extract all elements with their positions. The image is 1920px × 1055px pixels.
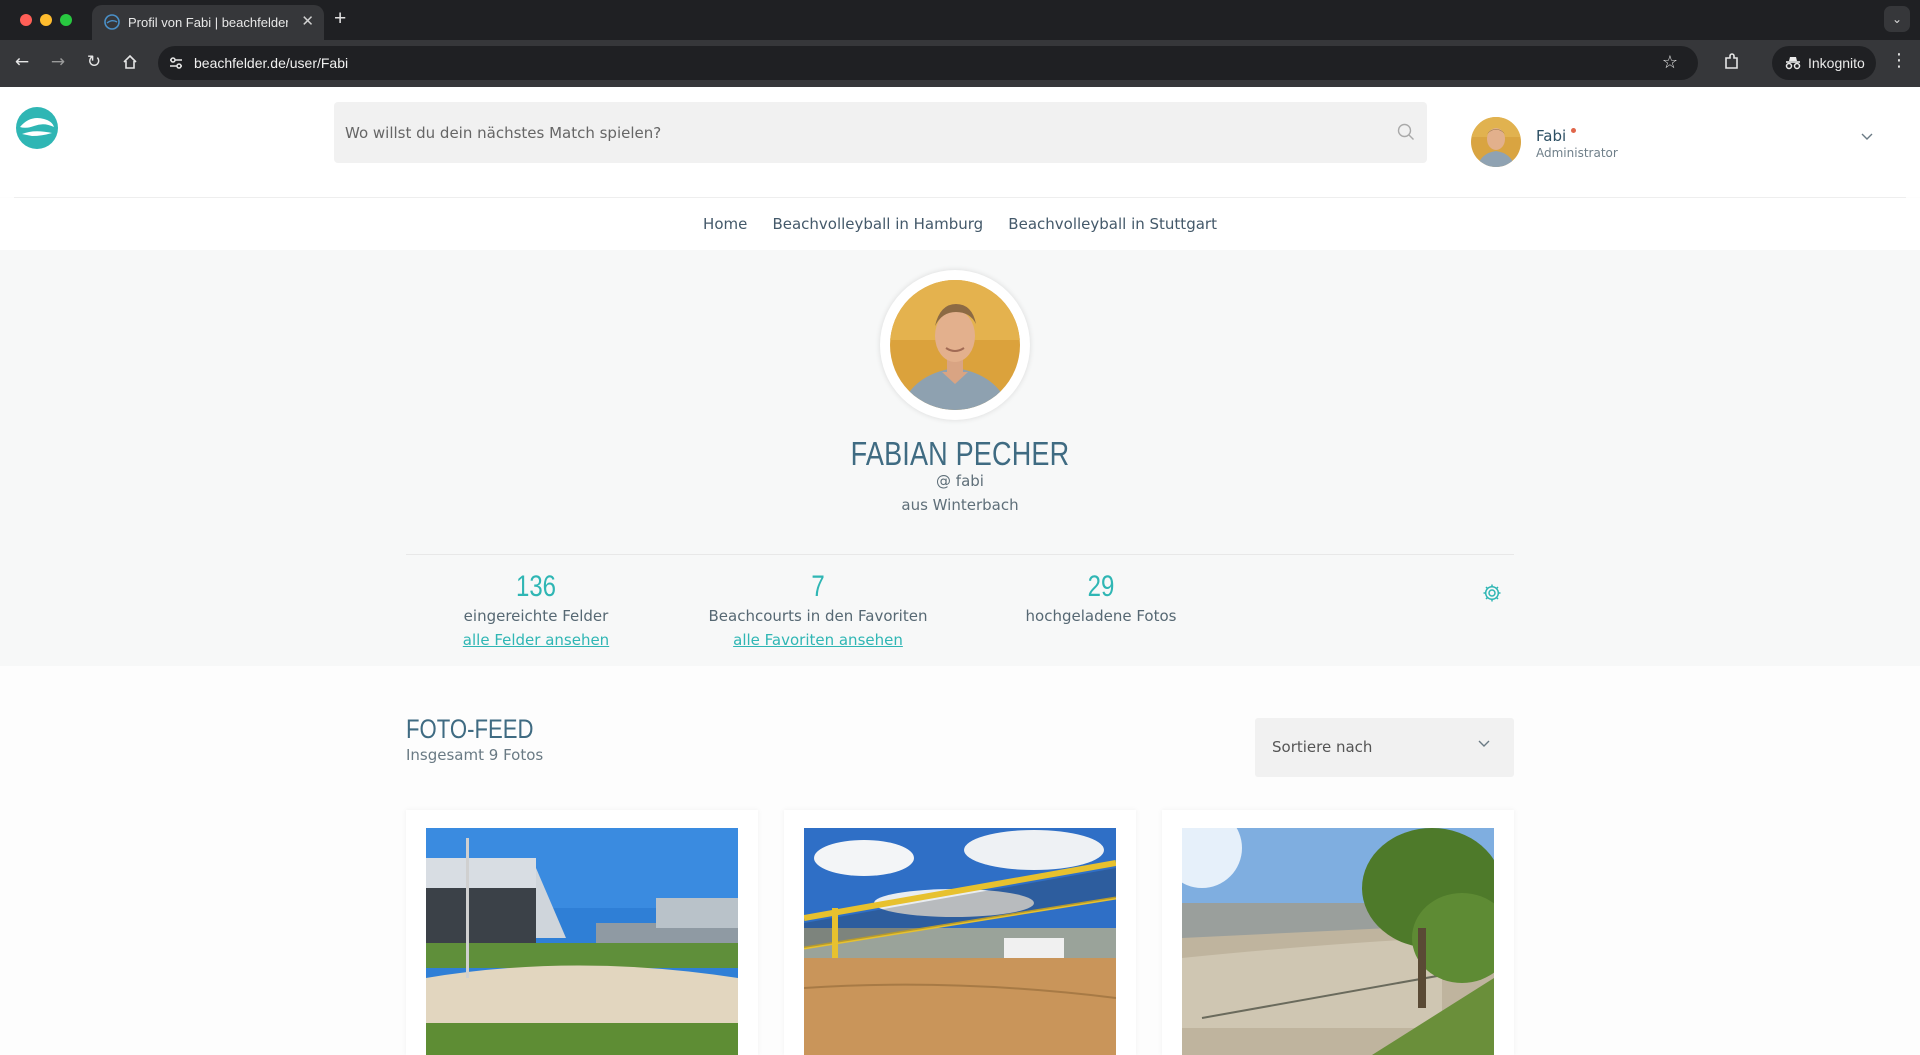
site-header: Fabi Administrator (0, 87, 1920, 197)
online-status-dot (1571, 128, 1576, 133)
profile-location: aus Winterbach (901, 496, 1019, 514)
profile-section: FABIAN PECHER @ fabi aus Winterbach 136 … (0, 250, 1920, 666)
nav-link-hamburg[interactable]: Beachvolleyball in Hamburg (772, 215, 983, 233)
tab-search-chevron-icon[interactable]: ⌄ (1884, 6, 1910, 32)
tab-title: Profil von Fabi | beachfelder.d (128, 15, 288, 30)
browser-toolbar: ← → ↻ beachfelder.de/user/Fabi ☆ Inkogni… (0, 40, 1920, 87)
beachfelder-logo-icon[interactable] (14, 105, 60, 151)
maximize-window-button[interactable] (60, 14, 72, 26)
feed-subtitle: Insgesamt 9 Fotos (406, 746, 544, 764)
nav-link-home[interactable]: Home (703, 215, 747, 233)
photo-image[interactable] (804, 828, 1116, 1055)
search-bar[interactable] (334, 102, 1427, 163)
incognito-icon (1785, 57, 1801, 70)
close-window-button[interactable] (20, 14, 32, 26)
nav-link-stuttgart[interactable]: Beachvolleyball in Stuttgart (1008, 215, 1217, 233)
photo-card[interactable] (1162, 810, 1514, 1055)
profile-name: FABIAN PECHER (850, 435, 1070, 472)
close-tab-icon[interactable]: ✕ (301, 12, 314, 30)
home-icon[interactable] (118, 50, 142, 74)
profile-avatar (880, 270, 1030, 420)
minimize-window-button[interactable] (40, 14, 52, 26)
forward-icon[interactable]: → (46, 50, 70, 74)
reload-icon[interactable]: ↻ (82, 50, 106, 74)
user-menu[interactable]: Fabi Administrator (1467, 117, 1889, 173)
stats-divider (406, 554, 1514, 555)
gear-icon[interactable] (1482, 583, 1502, 603)
view-all-favorites-link[interactable]: alle Favoriten ansehen (733, 631, 903, 649)
more-icon[interactable]: ⋮ (1890, 50, 1908, 71)
stat-label: eingereichte Felder (463, 607, 609, 625)
stat-label: hochgeladene Fotos (1025, 607, 1177, 625)
search-input[interactable] (334, 102, 1427, 163)
site-info-icon[interactable] (168, 55, 184, 71)
photo-card[interactable] (784, 810, 1136, 1055)
search-icon[interactable] (1397, 123, 1415, 141)
browser-tab-bar: Profil von Fabi | beachfelder.d ✕ + ⌄ (0, 0, 1920, 40)
stat-submitted-fields: 136 eingereichte Felder alle Felder anse… (406, 570, 666, 649)
browser-tab[interactable]: Profil von Fabi | beachfelder.d ✕ (92, 5, 324, 40)
profile-handle: @ fabi (936, 472, 984, 490)
sort-dropdown[interactable]: Sortiere nach (1255, 718, 1514, 777)
photo-card[interactable] (406, 810, 758, 1055)
stat-value: 136 (515, 570, 557, 603)
incognito-label: Inkognito (1808, 55, 1865, 71)
stat-label: Beachcourts in den Favoriten (708, 607, 928, 625)
photo-image[interactable] (426, 828, 738, 1055)
chevron-down-icon[interactable] (1861, 133, 1873, 141)
star-icon[interactable]: ☆ (1662, 52, 1678, 73)
feed-title: FOTO-FEED (406, 714, 534, 744)
address-bar[interactable]: beachfelder.de/user/Fabi ☆ (158, 46, 1698, 80)
new-tab-button[interactable]: + (334, 7, 346, 31)
back-icon[interactable]: ← (10, 50, 34, 74)
stat-favorites: 7 Beachcourts in den Favoriten alle Favo… (688, 570, 948, 649)
sub-navigation: Home Beachvolleyball in Hamburg Beachvol… (0, 198, 1920, 250)
user-avatar (1471, 117, 1521, 167)
stat-value: 7 (811, 570, 825, 603)
user-role: Administrator (1536, 146, 1618, 160)
stat-uploaded-photos: 29 hochgeladene Fotos (971, 570, 1231, 625)
url-text: beachfelder.de/user/Fabi (194, 55, 349, 71)
stat-value: 29 (1087, 570, 1115, 603)
incognito-badge[interactable]: Inkognito (1772, 46, 1876, 80)
sort-label: Sortiere nach (1272, 738, 1373, 756)
user-name: Fabi (1536, 127, 1567, 145)
view-all-fields-link[interactable]: alle Felder ansehen (463, 631, 609, 649)
photo-image[interactable] (1182, 828, 1494, 1055)
favicon-icon (104, 14, 120, 30)
extensions-icon[interactable] (1722, 52, 1742, 72)
chevron-down-icon (1478, 740, 1490, 747)
